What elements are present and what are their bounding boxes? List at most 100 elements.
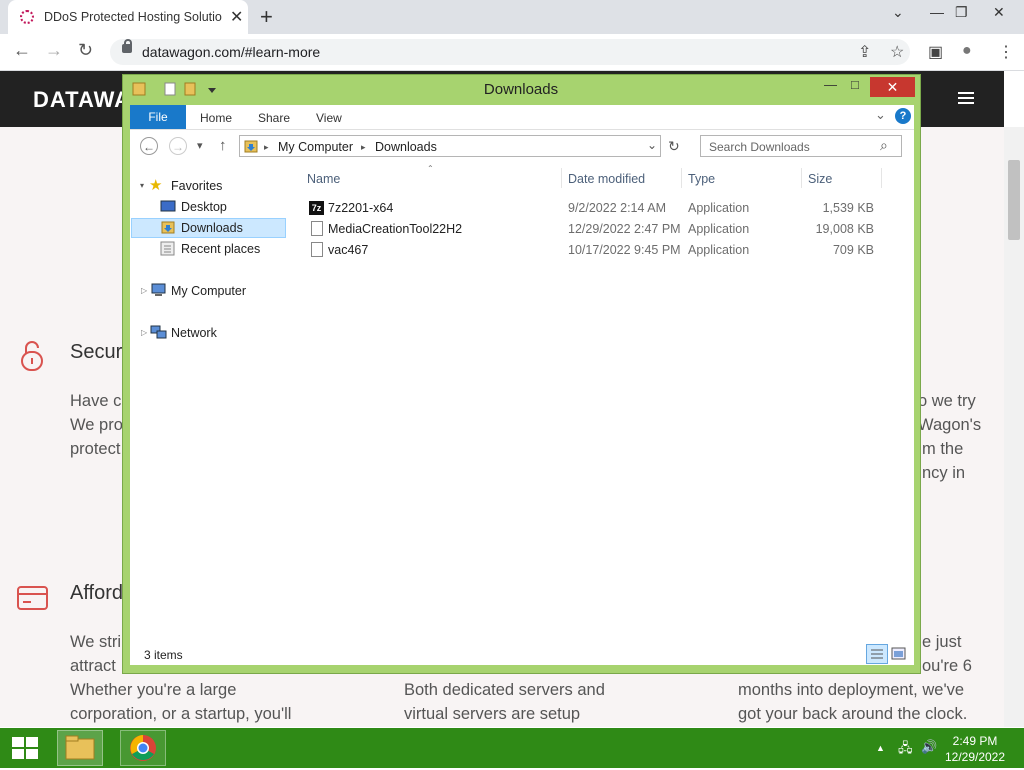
desktop-icon <box>160 200 176 212</box>
table-row[interactable]: vac467 10/17/2022 9:45 PM Application 70… <box>300 240 890 260</box>
clock-date: 12/29/2022 <box>944 750 1006 764</box>
column-divider[interactable] <box>681 168 682 188</box>
window-title: Downloads <box>483 81 559 98</box>
expand-ribbon-icon[interactable]: ⌄ <box>875 107 886 123</box>
restore-button[interactable]: ❐ <box>955 4 968 21</box>
scrollbar-thumb[interactable] <box>1008 160 1020 240</box>
help-icon[interactable]: ? <box>895 108 911 124</box>
column-header-name[interactable]: Name <box>307 172 340 186</box>
volume-icon[interactable]: 🔊 <box>921 739 937 755</box>
section-heading-security: Secur <box>70 341 123 363</box>
explorer-close-button[interactable]: ✕ <box>870 77 915 97</box>
tray-overflow-icon[interactable]: ▲ <box>876 743 885 753</box>
tab-close-icon[interactable]: ✕ <box>230 7 243 27</box>
section-heading-affordable: Afford <box>70 582 123 604</box>
system-clock[interactable]: 2:49 PM 12/29/2022 <box>940 733 1010 765</box>
large-icons-view-icon[interactable] <box>891 646 907 662</box>
profile-avatar-icon[interactable]: ● <box>962 42 972 60</box>
expand-arrow-icon[interactable]: ▷ <box>141 328 147 337</box>
back-button[interactable]: ← <box>13 40 31 61</box>
table-row[interactable]: 7z 7z2201-x64 9/2/2022 2:14 AM Applicati… <box>300 198 890 218</box>
section-text-line: e just <box>922 633 962 651</box>
application-file-icon <box>311 221 323 236</box>
sort-ascending-icon: ⌃ <box>427 164 434 173</box>
expand-arrow-icon[interactable]: ▷ <box>141 286 147 295</box>
breadcrumb-separator[interactable]: ▸ <box>361 142 366 153</box>
file-name: 7z2201-x64 <box>328 201 394 215</box>
forward-button[interactable]: → <box>45 40 63 61</box>
file-name: vac467 <box>328 243 369 257</box>
tab-view[interactable]: View <box>316 111 342 125</box>
explorer-maximize-button[interactable]: □ <box>851 77 859 92</box>
column-header-date-modified[interactable]: Date modified <box>568 172 645 186</box>
taskbar-file-explorer[interactable] <box>57 730 103 766</box>
minimize-button[interactable]: — <box>930 4 944 20</box>
tree-network[interactable]: Network <box>171 326 217 340</box>
padlock-icon <box>21 341 43 371</box>
tree-desktop[interactable]: Desktop <box>181 200 227 214</box>
side-panel-icon[interactable]: ▣ <box>928 42 943 62</box>
address-dropdown-icon[interactable]: ⌄ <box>647 138 657 152</box>
tree-favorites[interactable]: Favorites <box>171 179 222 193</box>
up-folder-button[interactable]: ↑ <box>219 137 227 154</box>
file-type: Application <box>688 243 750 257</box>
taskbar-chrome[interactable] <box>120 730 166 766</box>
section-text-line: o we try <box>918 392 976 410</box>
search-icon[interactable]: ⌕ <box>880 137 888 154</box>
column-header-size[interactable]: Size <box>808 172 832 186</box>
reload-button[interactable]: ↻ <box>78 40 93 61</box>
tree-downloads[interactable]: Downloads <box>181 221 243 235</box>
section-text-line: We pro <box>70 416 123 434</box>
tree-recent-places[interactable]: Recent places <box>181 242 260 256</box>
tree-my-computer[interactable]: My Computer <box>171 284 246 298</box>
tab-search-chevron-icon[interactable]: ⌄ <box>892 4 904 21</box>
computer-icon <box>151 283 166 296</box>
section-text-line: protect <box>70 440 121 458</box>
explorer-back-button[interactable]: ← <box>140 137 158 155</box>
section-text-line: ncy in <box>922 464 966 482</box>
close-window-button[interactable]: ✕ <box>993 4 1005 21</box>
browser-tab[interactable]: DDoS Protected Hosting Solutio ✕ <box>8 0 248 34</box>
recent-places-icon <box>160 241 175 256</box>
windows-start-icon[interactable] <box>12 737 38 759</box>
search-placeholder[interactable]: Search Downloads <box>709 140 810 154</box>
tab-file[interactable]: File <box>130 105 186 129</box>
site-logo[interactable]: DATAWA <box>33 87 131 113</box>
downloads-folder-icon <box>161 221 175 234</box>
favorites-collapse-icon[interactable]: ▾ <box>140 181 144 190</box>
network-icon <box>150 325 167 339</box>
share-icon[interactable]: ⇪ <box>858 42 871 62</box>
table-row[interactable]: MediaCreationTool22H2 12/29/2022 2:47 PM… <box>300 219 890 239</box>
bookmark-star-icon[interactable]: ☆ <box>890 42 904 62</box>
file-name: MediaCreationTool22H2 <box>328 222 463 236</box>
new-tab-button[interactable]: + <box>260 4 273 30</box>
downloads-folder-icon <box>244 140 258 153</box>
file-size: 709 KB <box>832 243 874 257</box>
column-divider[interactable] <box>881 168 882 188</box>
browser-menu-icon[interactable]: ⋮ <box>998 42 1014 62</box>
refresh-icon[interactable]: ↻ <box>668 138 680 155</box>
explorer-forward-button[interactable]: → <box>169 137 187 155</box>
explorer-minimize-button[interactable]: — <box>824 77 837 92</box>
column-divider[interactable] <box>561 168 562 188</box>
section-text-line: corporation, or a startup, you'll <box>70 705 292 723</box>
breadcrumb-downloads[interactable]: Downloads <box>375 140 437 154</box>
details-view-icon[interactable] <box>866 644 888 664</box>
recent-locations-dropdown-icon[interactable]: ▾ <box>197 139 203 152</box>
file-date: 12/29/2022 2:47 PM <box>568 222 681 236</box>
credit-card-icon <box>17 586 48 610</box>
hamburger-menu-icon[interactable] <box>958 92 974 94</box>
clock-time: 2:49 PM <box>952 734 998 748</box>
tab-title: DDoS Protected Hosting Solutio <box>44 10 222 24</box>
column-divider[interactable] <box>801 168 802 188</box>
breadcrumb-separator[interactable]: ▸ <box>264 142 269 153</box>
network-status-icon[interactable]: 🖧 <box>898 739 913 761</box>
star-icon: ★ <box>149 177 163 194</box>
tab-share[interactable]: Share <box>258 111 290 125</box>
tab-home[interactable]: Home <box>200 111 232 125</box>
quick-access-toolbar[interactable] <box>131 80 231 98</box>
column-header-type[interactable]: Type <box>688 172 715 186</box>
lock-icon[interactable] <box>122 39 132 53</box>
breadcrumb-my-computer[interactable]: My Computer <box>278 140 353 154</box>
url-text[interactable]: datawagon.com/#learn-more <box>142 44 320 60</box>
